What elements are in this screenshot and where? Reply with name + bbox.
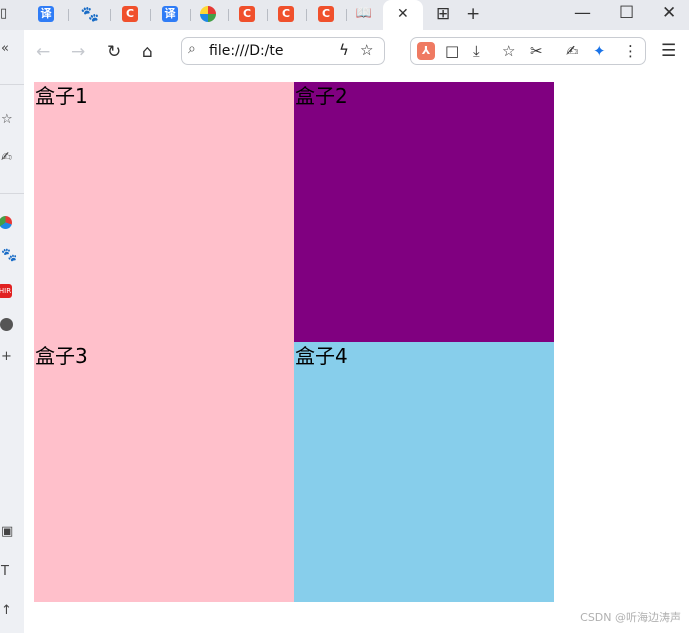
text-tool-icon[interactable]: T bbox=[1, 565, 9, 579]
notes-pen-icon[interactable]: ✍ bbox=[1, 151, 12, 165]
screenshot-scissors-icon[interactable]: ✂ bbox=[530, 41, 543, 61]
box-label: 盒子4 bbox=[295, 344, 348, 368]
collapse-sidebar-icon[interactable]: « bbox=[1, 42, 9, 56]
tab-separator bbox=[150, 9, 151, 21]
more-vertical-icon[interactable]: ⋮ bbox=[623, 41, 638, 61]
maximize-icon[interactable]: ☐ bbox=[619, 3, 634, 23]
reload-icon[interactable]: ↻ bbox=[107, 42, 121, 62]
download-icon[interactable]: ⤓ bbox=[473, 41, 480, 61]
reader-book-icon[interactable]: □ bbox=[445, 41, 459, 61]
csdn-icon[interactable]: C bbox=[278, 6, 294, 22]
tab-separator bbox=[68, 9, 69, 21]
sparkle-ai-icon[interactable]: ✦ bbox=[593, 41, 606, 61]
csdn-icon[interactable]: C bbox=[318, 6, 334, 22]
sidebar-divider bbox=[0, 84, 24, 85]
app-circle-icon[interactable] bbox=[0, 216, 12, 229]
tab-strip: ▯ 译 🐾 C 译 C C C 📖 ✕ ⊞ + — ☐ ✕ bbox=[0, 0, 689, 30]
favorites-star-icon[interactable]: ☆ bbox=[1, 113, 13, 127]
box-2: 盒子2 bbox=[294, 82, 554, 342]
box-label: 盒子2 bbox=[295, 84, 348, 108]
sidebar-toggle-icon[interactable]: ▯ bbox=[0, 6, 7, 21]
back-icon[interactable]: ← bbox=[36, 42, 50, 62]
close-tab-icon[interactable]: ✕ bbox=[397, 6, 409, 22]
tab-separator bbox=[346, 9, 347, 21]
box-1: 盒子1 bbox=[34, 82, 294, 342]
box-label: 盒子1 bbox=[35, 84, 88, 108]
address-bar[interactable]: ⌕ ϟ ☆ bbox=[181, 37, 385, 65]
red-app-icon[interactable]: HIR bbox=[0, 284, 12, 298]
search-icon: ⌕ bbox=[188, 41, 196, 57]
folder-star-icon[interactable]: ▣ bbox=[1, 525, 13, 539]
tab-separator bbox=[190, 9, 191, 21]
tab-separator bbox=[306, 9, 307, 21]
minimize-icon[interactable]: — bbox=[574, 3, 591, 23]
home-icon[interactable]: ⌂ bbox=[142, 42, 153, 62]
box-label: 盒子3 bbox=[35, 344, 88, 368]
lightning-icon[interactable]: ϟ bbox=[339, 41, 349, 59]
translate-icon[interactable]: 译 bbox=[162, 6, 178, 22]
colorful-drop-icon[interactable] bbox=[200, 6, 216, 22]
left-sidebar: « ☆ ✍ 🐾 HIR + ▣ T ↑ bbox=[0, 30, 24, 633]
favorite-star-icon[interactable]: ☆ bbox=[360, 41, 373, 59]
tab-separator bbox=[228, 9, 229, 21]
add-app-icon[interactable]: + bbox=[1, 350, 12, 364]
signature-icon[interactable]: ✍ bbox=[566, 41, 579, 61]
forward-icon[interactable]: → bbox=[71, 42, 85, 62]
toolbar: ← → ↻ ⌂ ⌕ ϟ ☆ ⅄ □ ⤓ ☆ ✂ ✍ ✦ ⋮ ☰ bbox=[24, 30, 689, 74]
reading-mode-icon[interactable]: 📖 bbox=[356, 6, 372, 22]
tab-separator bbox=[110, 9, 111, 21]
csdn-icon[interactable]: C bbox=[122, 6, 138, 22]
close-window-icon[interactable]: ✕ bbox=[662, 3, 676, 23]
menu-icon[interactable]: ☰ bbox=[661, 41, 676, 61]
csdn-watermark: CSDN @听海边涛声 bbox=[580, 611, 681, 624]
tab-grid-icon[interactable]: ⊞ bbox=[436, 4, 450, 24]
pdf-icon[interactable]: ⅄ bbox=[417, 42, 435, 60]
baidu-paw-icon[interactable]: 🐾 bbox=[1, 249, 17, 263]
extension-toolbar: ⅄ □ ⤓ ☆ ✂ ✍ ✦ ⋮ bbox=[410, 37, 646, 65]
address-input[interactable] bbox=[209, 41, 301, 61]
box-3: 盒子3 bbox=[34, 342, 294, 602]
baidu-paw-icon[interactable]: 🐾 bbox=[81, 6, 100, 22]
globe-icon[interactable] bbox=[0, 318, 13, 331]
sidebar-divider bbox=[0, 193, 24, 194]
tab-separator bbox=[267, 9, 268, 21]
upload-arrow-icon[interactable]: ↑ bbox=[1, 604, 12, 618]
box-4: 盒子4 bbox=[294, 342, 554, 602]
csdn-icon[interactable]: C bbox=[239, 6, 255, 22]
translate-icon[interactable]: 译 bbox=[38, 6, 54, 22]
new-tab-icon[interactable]: + bbox=[466, 4, 480, 24]
collections-star-icon[interactable]: ☆ bbox=[502, 41, 515, 61]
